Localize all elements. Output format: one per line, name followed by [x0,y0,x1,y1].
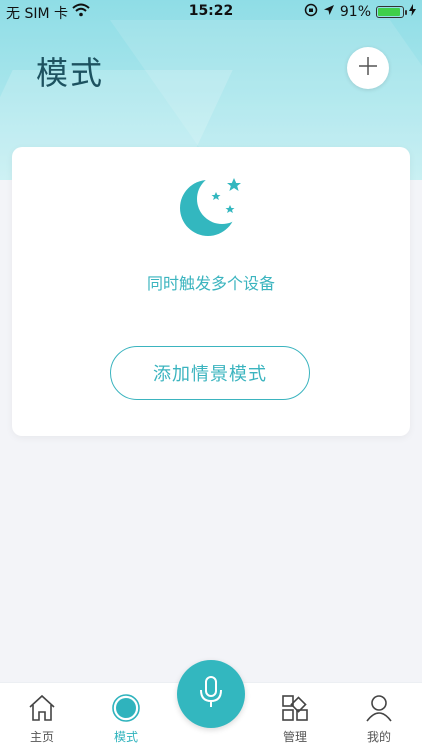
grid-icon [280,693,310,723]
voice-button[interactable] [177,660,245,728]
scene-empty-card: 同时触发多个设备 添加情景模式 [12,147,410,436]
empty-description: 同时触发多个设备 [146,274,275,293]
tab-label: 管理 [282,730,307,744]
battery-percent: 91% [339,4,371,20]
battery-icon [376,6,407,18]
tab-home[interactable]: 主页 [7,683,77,751]
page-title: 模式 [36,54,105,92]
add-button[interactable] [347,47,389,89]
moon-stars-icon [180,175,244,243]
charging-icon [409,4,416,20]
tab-label: 主页 [29,730,54,744]
tab-mine[interactable]: 我的 [344,683,414,751]
orientation-lock-icon [304,3,318,21]
tab-mode[interactable]: 模式 [91,683,161,751]
home-icon [27,693,57,723]
status-bar: 无 SIM 卡 15:22 91% [0,0,422,24]
tab-manage[interactable]: 管理 [260,683,330,751]
plus-icon [357,55,379,81]
user-icon [364,693,394,723]
location-icon [323,4,335,20]
mode-icon [111,693,141,723]
add-scene-button[interactable]: 添加情景模式 [110,346,310,400]
tab-label: 模式 [113,730,138,744]
tab-label: 我的 [366,730,391,744]
microphone-icon [197,675,225,713]
